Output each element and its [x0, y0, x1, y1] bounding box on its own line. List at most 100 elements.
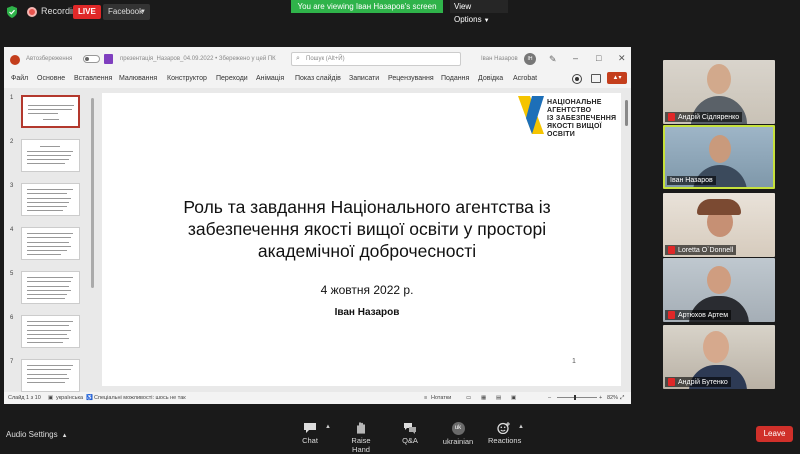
menu-slideshow[interactable]: Показ слайдів	[295, 75, 341, 82]
leave-button[interactable]: Leave	[756, 426, 793, 442]
slide-thumbnail-1[interactable]	[21, 95, 80, 128]
menu-review[interactable]: Рецензування	[388, 75, 434, 82]
chat-icon	[304, 423, 316, 433]
zoom-level[interactable]: 82%	[607, 395, 618, 401]
accessibility-status[interactable]: Спеціальні можливості: шось не так	[94, 395, 186, 401]
slide-thumbnail-6[interactable]	[21, 315, 80, 348]
record-icon[interactable]	[572, 74, 582, 84]
menu-home[interactable]: Основне	[37, 75, 65, 82]
raise-hand-label: Raise Hand	[351, 436, 371, 454]
document-name[interactable]: презентація_Назаров_04.09.2022 • Збереже…	[120, 56, 276, 62]
participant-tile[interactable]: Андрій Бутенко	[663, 325, 775, 389]
menu-transitions[interactable]: Переходи	[216, 75, 248, 82]
logo-line: ІЗ ЗАБЕЗПЕЧЕННЯ	[547, 115, 617, 122]
search-input[interactable]: ⌕ Пошук (Alt+Й)	[291, 52, 461, 66]
participant-tile[interactable]: Loretta O`Donnell	[663, 193, 775, 257]
menu-help[interactable]: Довідка	[478, 75, 503, 82]
participant-tile[interactable]: Андрій Сідляренко	[663, 60, 775, 124]
slide-thumbnail-4[interactable]	[21, 227, 80, 260]
minimize-icon[interactable]: –	[573, 53, 578, 63]
accessibility-icon[interactable]: ♿	[86, 395, 93, 401]
thumbnail-number: 2	[10, 139, 14, 145]
zoom-slider[interactable]	[557, 397, 597, 398]
notes-button[interactable]: Нотатки	[431, 395, 451, 401]
meeting-controls-bar: Audio Settings ▲ Chat ▲ Raise Hand Q&A uk…	[0, 418, 800, 454]
normal-view-icon[interactable]: ▭	[466, 395, 471, 401]
slideshow-icon[interactable]: ▣	[511, 395, 516, 401]
muted-mic-icon	[668, 113, 675, 121]
menu-insert[interactable]: Вставлення	[74, 75, 112, 82]
live-badge[interactable]: LIVE	[73, 5, 101, 19]
slide-sorter-icon[interactable]: ▦	[481, 395, 486, 401]
security-shield-icon[interactable]	[7, 6, 17, 18]
thumbnail-number: 4	[10, 227, 14, 233]
zoom-in-icon[interactable]: +	[599, 395, 602, 401]
participant-name-tag: Іван Назаров	[667, 176, 716, 185]
thumbnail-number: 7	[10, 359, 14, 365]
language-status[interactable]: українська	[56, 395, 83, 401]
slide-thumbnail-7[interactable]	[21, 359, 80, 392]
save-icon[interactable]	[104, 54, 113, 64]
notes-icon[interactable]: ≡	[424, 395, 427, 401]
current-slide[interactable]: НАЦІОНАЛЬНЕ АГЕНТСТВО ІЗ ЗАБЕЗПЕЧЕННЯ ЯК…	[102, 93, 621, 386]
slide-thumbnail-5[interactable]	[21, 271, 80, 304]
participant-name: Loretta O`Donnell	[678, 246, 734, 254]
scrollbar-thumb[interactable]	[625, 100, 628, 126]
thumbnail-number: 6	[10, 315, 14, 321]
ppt-title-bar: Автозбереження презентація_Назаров_04.09…	[4, 47, 631, 72]
participant-tile[interactable]: Артюхов Артем	[663, 258, 775, 322]
chat-button[interactable]: Chat	[300, 422, 320, 445]
reading-view-icon[interactable]: ▤	[496, 395, 501, 401]
menu-view[interactable]: Подання	[441, 75, 469, 82]
comment-icon[interactable]	[591, 74, 601, 83]
slide-title-line: академічної доброчесності	[257, 241, 477, 261]
menu-record[interactable]: Записати	[349, 75, 379, 82]
reactions-button[interactable]: Reactions	[488, 422, 521, 445]
participant-name-tag: Андрій Бутенко	[665, 377, 731, 387]
slide-thumbnail-2[interactable]	[21, 139, 80, 172]
fit-slide-icon[interactable]: ⤢	[620, 395, 624, 402]
meeting-top-bar: Recording LIVE Facebook ▼ You are viewin…	[0, 0, 800, 24]
slide-page-number: 1	[572, 358, 576, 365]
participant-tile-active-speaker[interactable]: Іван Назаров	[663, 125, 775, 189]
pen-icon[interactable]: ✎	[549, 54, 557, 65]
participant-name-tag: Loretta O`Donnell	[665, 245, 737, 255]
audio-settings-label: Audio Settings	[6, 430, 58, 439]
search-placeholder: Пошук (Alt+Й)	[306, 56, 345, 62]
raise-hand-icon	[357, 422, 365, 434]
zoom-slider-handle[interactable]	[574, 395, 576, 400]
menu-animations[interactable]: Анімація	[256, 75, 284, 82]
agency-logo-icon	[518, 96, 544, 134]
chevron-up-icon[interactable]: ▲	[518, 424, 524, 430]
audio-settings-button[interactable]: Audio Settings ▲	[6, 430, 68, 439]
avatar[interactable]: ІН	[524, 53, 536, 65]
menu-draw[interactable]: Малювання	[119, 75, 157, 82]
language-interpretation-button[interactable]: uk ukrainian	[440, 422, 476, 446]
thumbnail-number: 3	[10, 183, 14, 189]
facebook-stream-dropdown[interactable]: Facebook ▼	[103, 4, 150, 20]
zoom-out-icon[interactable]: –	[548, 395, 551, 401]
menu-acrobat[interactable]: Acrobat	[513, 75, 537, 82]
qa-icon	[404, 423, 416, 434]
view-options-button[interactable]: View Options ▼	[450, 0, 508, 24]
qa-label: Q&A	[402, 436, 418, 445]
chevron-down-icon: ▼	[483, 18, 490, 24]
chevron-up-icon[interactable]: ▲	[325, 424, 331, 430]
slide-scrollbar[interactable]	[624, 94, 629, 384]
chevron-down-icon: ▼	[140, 9, 146, 15]
qa-button[interactable]: Q&A	[400, 422, 420, 445]
participant-name: Артюхов Артем	[678, 311, 729, 319]
slide-thumbnail-3[interactable]	[21, 183, 80, 216]
thumbnail-scrollbar[interactable]	[91, 98, 94, 288]
slide-title-line: Роль та завдання Національного агентства…	[183, 197, 551, 217]
share-button[interactable]: ▲▾	[607, 72, 627, 84]
restore-icon[interactable]: □	[596, 53, 601, 63]
menu-file[interactable]: Файл	[11, 75, 28, 82]
raise-hand-button[interactable]: Raise Hand	[342, 422, 380, 454]
slide-title-line: забезпечення якості вищої освіти у прост…	[187, 219, 547, 239]
spellcheck-icon[interactable]: ▣	[48, 395, 53, 401]
account-name[interactable]: Іван Назаров	[481, 56, 518, 62]
menu-design[interactable]: Конструктор	[167, 75, 207, 82]
close-icon[interactable]: ✕	[618, 53, 626, 64]
autosave-toggle[interactable]	[83, 55, 100, 63]
